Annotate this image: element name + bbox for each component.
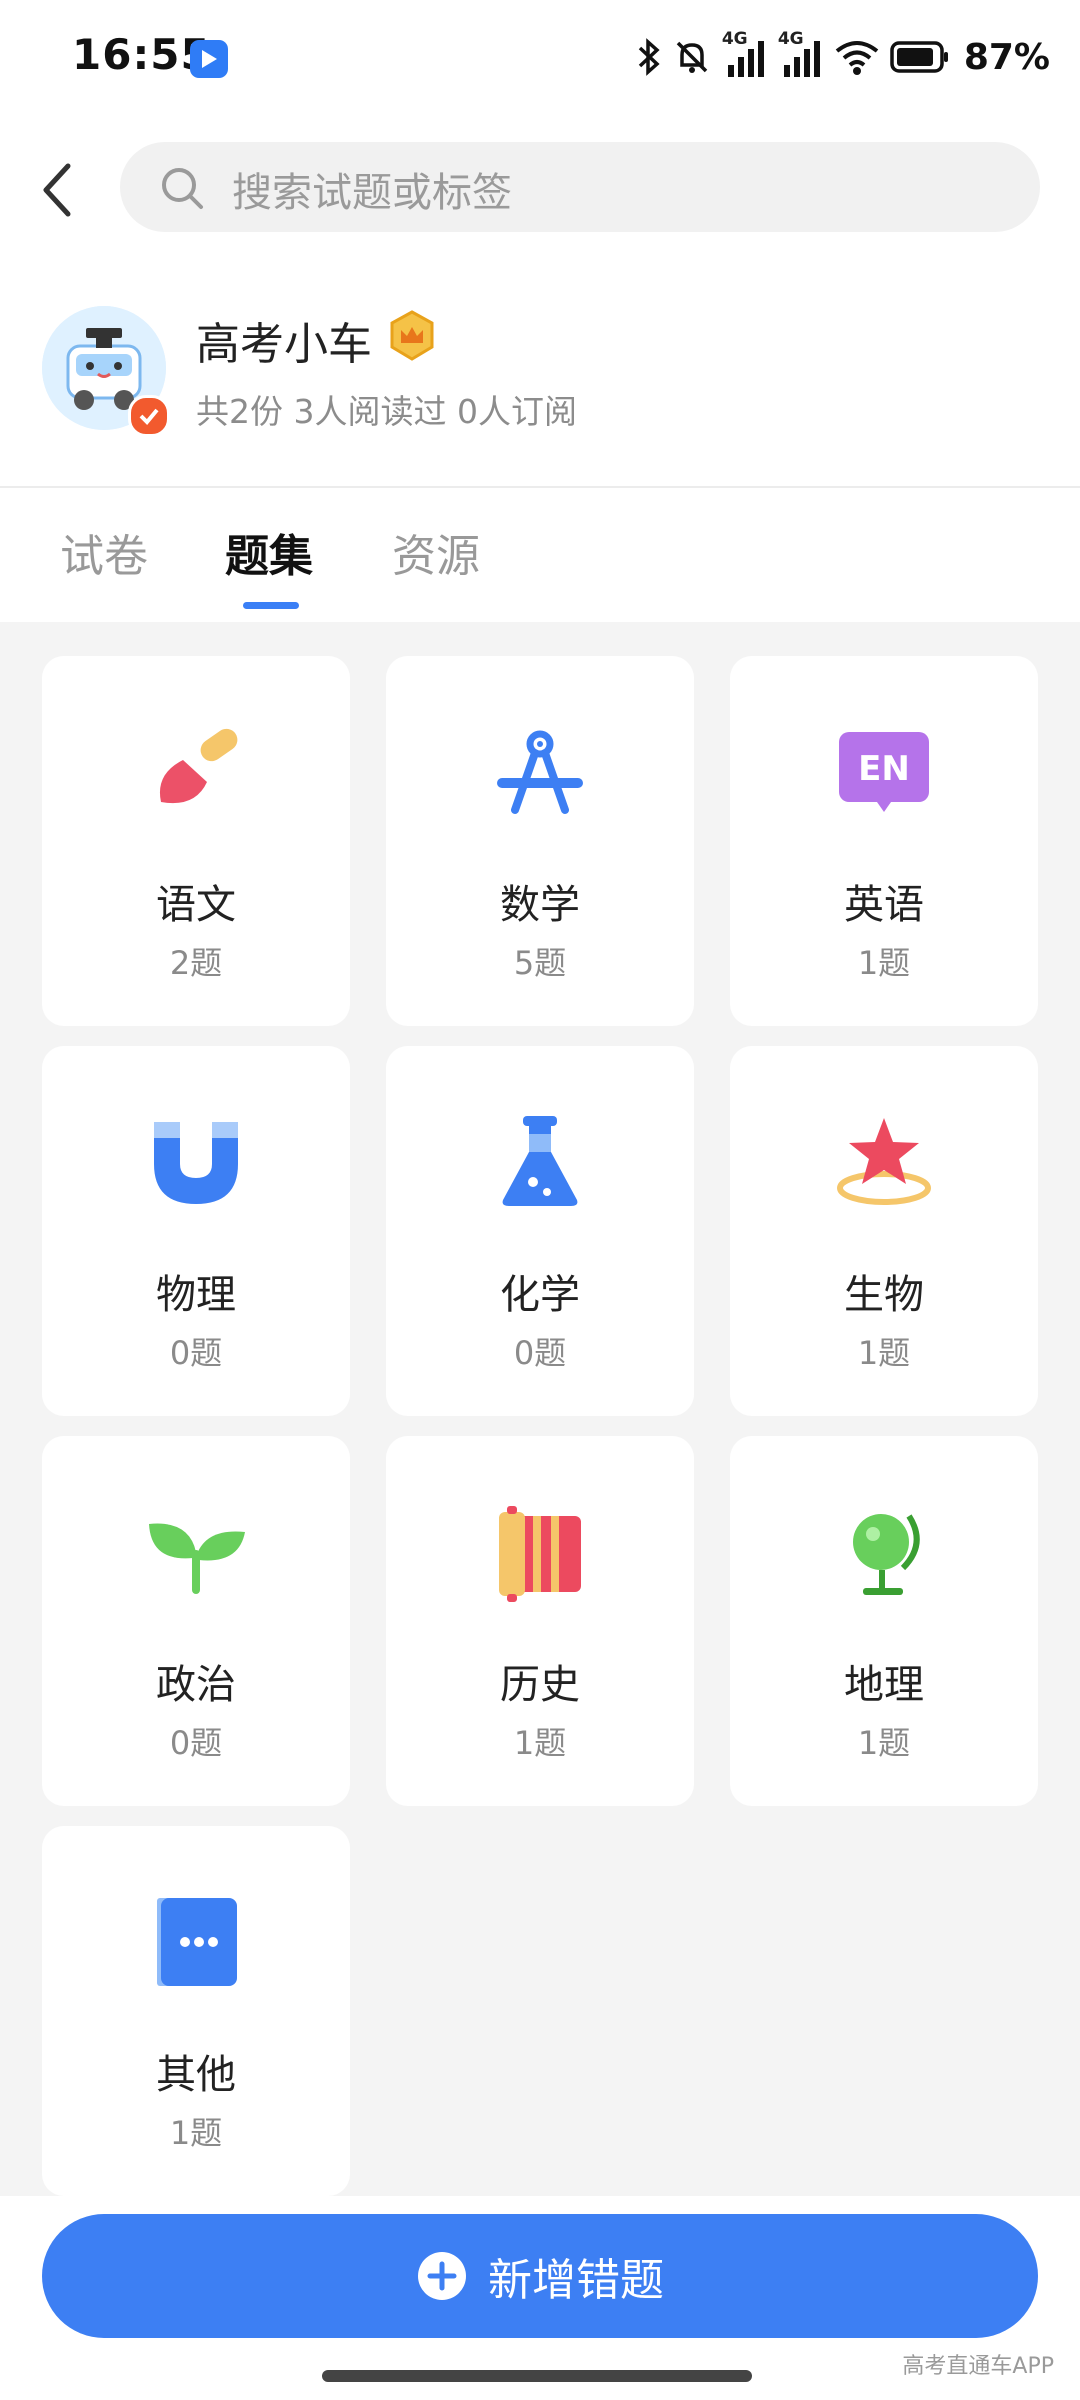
subject-count: 0题 — [169, 1334, 223, 1372]
home-indicator[interactable] — [322, 2370, 752, 2382]
subject-count: 1题 — [857, 1334, 911, 1372]
status-icons: 4G 4G 87% — [636, 29, 1050, 82]
back-button[interactable] — [36, 160, 86, 220]
magnet-icon — [154, 1122, 238, 1204]
search-icon — [162, 168, 203, 209]
subject-name: 地理 — [844, 1662, 924, 1708]
network-label: 4G — [721, 29, 748, 49]
signal-2: 4G — [778, 29, 824, 79]
subject-name: 政治 — [156, 1662, 236, 1708]
tab-question-sets[interactable]: 题集 — [225, 520, 313, 584]
subject-card-chinese[interactable]: 语文 2题 — [42, 656, 350, 1026]
profile-name: 高考小车 — [196, 319, 372, 370]
flask-icon — [502, 1116, 578, 1206]
subject-name: 英语 — [844, 882, 924, 928]
tab-indicator — [243, 602, 299, 609]
chevron-left-icon — [43, 163, 71, 217]
status-bar: 16:55 4G 4G 87% — [0, 0, 1080, 120]
subject-count: 1题 — [857, 1724, 911, 1762]
subject-count: 0题 — [169, 1724, 223, 1762]
verified-badge-icon — [128, 395, 170, 437]
sprout-icon — [149, 1523, 245, 1594]
star-ring-icon — [837, 1118, 931, 1205]
subject-card-other[interactable]: 其他 1题 — [42, 1826, 350, 2196]
subject-name: 数学 — [500, 882, 580, 928]
subject-count: 1题 — [857, 944, 911, 982]
watermark: 高考直通车APP — [902, 2354, 1054, 2379]
globe-icon — [853, 1514, 920, 1595]
subject-count: 0题 — [513, 1334, 567, 1372]
mute-bell-icon — [676, 41, 708, 73]
subject-count: 1题 — [513, 1724, 567, 1762]
battery-icon — [890, 41, 948, 73]
add-wrong-question-button[interactable]: 新增错题 — [42, 2214, 1038, 2338]
svg-text:EN: EN — [858, 749, 910, 789]
signal-1: 4G — [722, 29, 768, 79]
crown-badge-icon — [388, 310, 436, 366]
subject-count: 2题 — [169, 944, 223, 982]
subject-card-chemistry[interactable]: 化学 0题 — [386, 1046, 694, 1416]
network-label: 4G — [777, 29, 804, 49]
scroll-icon — [499, 1506, 581, 1602]
compass-icon — [497, 730, 583, 814]
subject-name: 其他 — [156, 2052, 236, 2098]
subject-count: 1题 — [169, 2114, 223, 2152]
subject-card-geography[interactable]: 地理 1题 — [730, 1436, 1038, 1806]
plus-circle-icon — [418, 2252, 466, 2300]
wifi-icon — [835, 41, 879, 75]
tab-resources[interactable]: 资源 — [392, 520, 480, 584]
tab-papers[interactable]: 试卷 — [60, 520, 148, 584]
subject-name: 生物 — [844, 1272, 924, 1318]
brush-icon — [159, 728, 238, 804]
battery-percent: 87% — [963, 36, 1050, 78]
more-icon — [157, 1898, 237, 1986]
subject-card-history[interactable]: 历史 1题 — [386, 1436, 694, 1806]
add-button-label: 新增错题 — [488, 2255, 664, 2306]
divider — [0, 486, 1080, 488]
subject-name: 语文 — [156, 882, 236, 928]
subject-card-physics[interactable]: 物理 0题 — [42, 1046, 350, 1416]
subject-name: 物理 — [156, 1272, 236, 1318]
subject-card-biology[interactable]: 生物 1题 — [730, 1046, 1038, 1416]
subject-count: 5题 — [513, 944, 567, 982]
subject-card-english[interactable]: EN 英语 1题 — [730, 656, 1038, 1026]
search-input[interactable]: 搜索试题或标签 — [120, 142, 1040, 232]
search-placeholder: 搜索试题或标签 — [232, 170, 512, 216]
en-icon: EN — [839, 732, 929, 812]
subject-card-politics[interactable]: 政治 0题 — [42, 1436, 350, 1806]
subject-name: 历史 — [500, 1662, 580, 1708]
subject-grid: 语文 2题 数学 5题 EN 英语 1题 物理 0题 化学 0题 生物 1题 政… — [0, 622, 1080, 2222]
profile-stats: 共2份 3人阅读过 0人订阅 — [196, 392, 577, 431]
app-notification-icon — [190, 40, 228, 78]
subject-name: 化学 — [500, 1272, 580, 1318]
bluetooth-icon — [638, 38, 660, 76]
subject-card-math[interactable]: 数学 5题 — [386, 656, 694, 1026]
